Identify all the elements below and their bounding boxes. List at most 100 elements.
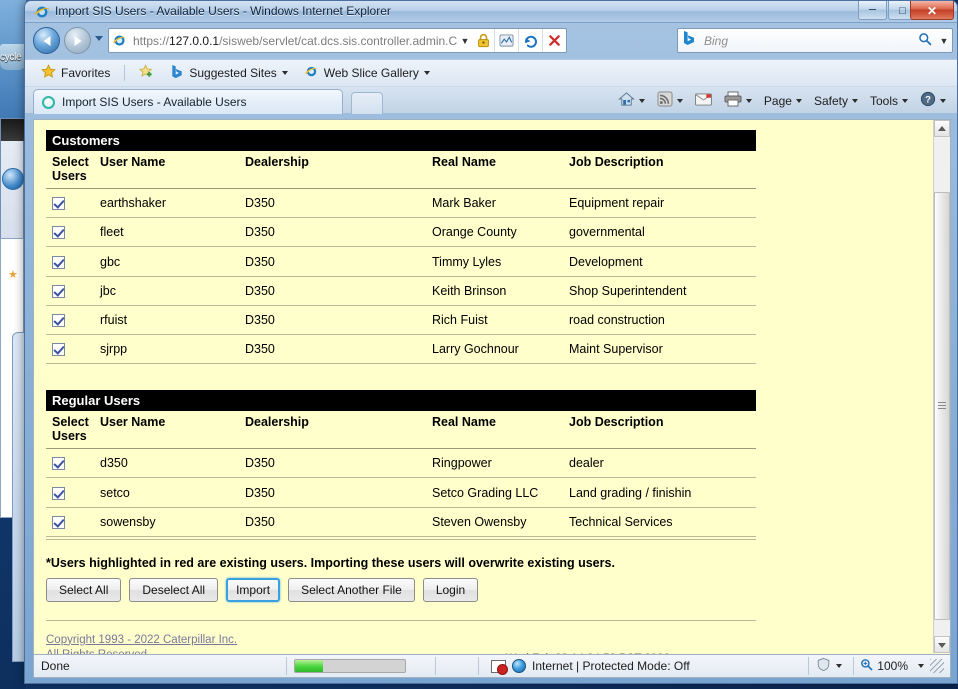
privacy-chevron-down-icon[interactable] [836,664,843,668]
security-lock-icon[interactable] [472,29,494,52]
safety-menu-label: Safety [813,93,848,108]
cell-dealership: D350 [245,246,432,277]
chevron-up-icon [938,126,946,131]
address-bar-url[interactable]: https://127.0.0.1/sisweb/servlet/cat.dcs… [133,33,458,49]
status-text: Done [41,659,70,673]
select-user-checkbox[interactable] [52,284,65,298]
search-provider-chevron-down-icon[interactable]: ▼ [936,36,952,46]
tab-favicon-icon [42,95,55,109]
favorites-divider [124,65,126,81]
minimize-button[interactable]: – [858,1,887,20]
cell-user-name: d350 [100,448,245,479]
safety-chevron-down-icon[interactable] [851,98,858,103]
help-menu-button[interactable]: ? [915,89,951,112]
select-user-checkbox[interactable] [52,343,65,357]
cell-real-name: Timmy Lyles [432,246,569,277]
cell-dealership: D350 [245,334,432,365]
select-user-checkbox[interactable] [52,226,65,240]
select-user-checkbox[interactable] [52,515,65,529]
select-all-button[interactable]: Select All [46,577,122,602]
privacy-report-cell[interactable] [809,655,853,677]
new-tab-button[interactable] [351,92,383,114]
page-chevron-down-icon[interactable] [795,98,802,103]
suggested-sites-label: Suggested Sites [189,66,277,80]
cell-user-name: rfuist [100,305,245,336]
favorites-bar: Favorites Suggested Sites Web Slice Gall… [25,59,957,86]
close-button[interactable]: ✕ [910,1,954,20]
web-slice-chevron-down-icon[interactable] [423,71,430,75]
address-bar[interactable]: https://127.0.0.1/sisweb/servlet/cat.dcs… [108,28,567,53]
select-user-checkbox[interactable] [52,197,65,211]
select-another-file-button[interactable]: Select Another File [288,577,415,602]
select-user-checkbox[interactable] [52,314,65,328]
add-to-favorites-bar-button[interactable] [133,62,160,84]
print-chevron-down-icon[interactable] [745,98,752,103]
cell-job-description: dealer [569,448,756,479]
select-user-checkbox[interactable] [52,486,65,500]
scrollbar-grip-icon [938,402,946,410]
favorites-button[interactable]: Favorites [35,62,116,84]
search-input[interactable]: Bing [704,34,914,48]
home-chevron-down-icon[interactable] [638,98,645,103]
read-mail-button[interactable] [690,91,717,111]
tools-chevron-down-icon[interactable] [902,98,908,103]
row-select-cell [46,334,100,365]
navigation-bar: https://127.0.0.1/sisweb/servlet/cat.dcs… [25,23,957,59]
cell-dealership: D350 [245,507,432,537]
row-select-cell [46,507,100,537]
scroll-down-button[interactable] [934,636,950,653]
popup-blocked-icon[interactable] [491,659,508,675]
safety-menu-button[interactable]: Safety [809,92,863,110]
import-button[interactable]: Import [226,577,281,602]
suggested-sites-button[interactable]: Suggested Sites [164,62,293,84]
cell-user-name: setco [100,477,245,508]
feeds-button[interactable] [652,89,688,112]
cell-job-description: governmental [569,217,756,248]
zoom-chevron-down-icon[interactable] [918,664,924,668]
select-user-checkbox[interactable] [52,457,65,471]
address-dropdown-chevron-down-icon[interactable]: ▼ [458,36,472,46]
tab-import-sis-users[interactable]: Import SIS Users - Available Users [33,89,343,114]
search-box[interactable]: Bing ▼ [677,28,953,53]
page-menu-button[interactable]: Page [759,92,807,110]
refresh-button[interactable] [518,29,542,52]
internet-explorer-small-icon [304,64,319,82]
compatibility-view-button[interactable] [494,29,518,52]
status-progress-cell [287,655,435,677]
home-button[interactable] [613,89,650,112]
cell-dealership: D350 [245,276,432,306]
window-resize-grip[interactable] [930,659,944,673]
login-button[interactable]: Login [422,577,479,602]
cell-job-description: Shop Superintendent [569,276,756,306]
copyright-block: Copyright 1993 - 2022 Caterpillar Inc. A… [46,633,237,654]
svg-text:?: ? [925,95,931,106]
tab-label: Import SIS Users - Available Users [62,95,247,109]
zoom-level-label: 100% [877,659,908,673]
feeds-chevron-down-icon[interactable] [676,98,683,103]
stop-button[interactable] [542,29,566,52]
zoom-control[interactable]: 100% [854,655,950,677]
help-chevron-down-icon[interactable] [940,98,946,103]
select-user-checkbox[interactable] [52,255,65,269]
table-row: jbc D350 Keith Brinson Shop Superintendent [46,276,756,306]
web-slice-gallery-button[interactable]: Web Slice Gallery [298,62,436,84]
back-button[interactable] [33,27,60,54]
search-icon[interactable] [914,32,936,49]
internet-explorer-icon [34,4,50,20]
progress-bar [294,659,406,673]
column-select-users: Select Users [46,151,100,189]
security-zone-cell[interactable]: Internet | Protected Mode: Off [479,655,808,677]
scroll-up-button[interactable] [934,120,950,137]
suggested-sites-chevron-down-icon[interactable] [281,71,288,75]
print-button[interactable] [719,89,757,112]
tools-menu-button[interactable]: Tools [865,92,913,110]
deselect-all-button[interactable]: Deselect All [129,577,219,602]
forward-button[interactable] [64,27,91,54]
recent-pages-chevron-down-icon[interactable] [95,36,103,41]
cell-user-name: gbc [100,246,245,277]
copyright-link[interactable]: Copyright 1993 - 2022 Caterpillar Inc. [46,633,237,648]
vertical-scrollbar[interactable] [933,120,950,653]
help-icon: ? [920,91,936,110]
scrollbar-thumb[interactable] [934,192,950,620]
